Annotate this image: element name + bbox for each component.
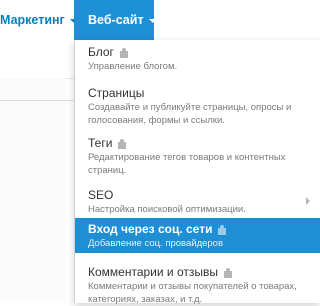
menu-item-description: Комментарии и отзывы покупателей о товар… xyxy=(88,281,297,305)
puzzle-icon xyxy=(118,138,128,149)
menu-item-description: Управление блогом. xyxy=(88,61,178,72)
nav-website[interactable]: Веб-сайт xyxy=(74,0,157,40)
puzzle-icon xyxy=(218,224,228,235)
menu-item-title: Вход через соц. сети xyxy=(88,222,213,236)
menu-item-title: Теги xyxy=(88,136,113,150)
menu-item-tags[interactable]: Теги Редактирование тегов товаров и конт… xyxy=(75,130,320,180)
menu-item-title: SEO xyxy=(88,188,114,202)
content-sidebar xyxy=(0,78,66,303)
menu-item-blog[interactable]: Блог Управление блогом. xyxy=(75,40,320,78)
chevron-down-icon xyxy=(148,18,157,23)
menu-item-description: Добавление соц. провайдеров xyxy=(88,238,224,249)
chevron-right-icon xyxy=(306,197,310,205)
nav-website-label: Веб-сайт xyxy=(88,13,144,27)
menu-item-seo[interactable]: SEO Настройка поисковой оптимизации. xyxy=(75,180,320,218)
puzzle-icon xyxy=(119,47,130,58)
menu-item-description: Настройка поисковой оптимизации. xyxy=(88,204,246,215)
menu-item-social-login[interactable]: Вход через соц. сети Добавление соц. про… xyxy=(75,218,320,253)
menu-item-title: Комментарии и отзывы xyxy=(88,265,218,279)
nav-marketing[interactable]: Маркетинг xyxy=(0,0,84,40)
nav-marketing-label: Маркетинг xyxy=(0,13,65,27)
menu-item-title: Страницы xyxy=(88,86,145,100)
menu-item-pages[interactable]: Страницы Создавайте и публикуйте страниц… xyxy=(75,78,320,128)
top-navigation: Маркетинг Веб-сайт xyxy=(0,0,320,40)
menu-item-reviews[interactable]: Комментарии и отзывы Комментарии и отзыв… xyxy=(75,261,320,305)
menu-item-description: Редактирование тегов товаров и контентны… xyxy=(88,152,286,176)
menu-item-title: Блог xyxy=(88,45,114,59)
website-dropdown-menu: Блог Управление блогом. Страницы Создава… xyxy=(74,40,320,305)
menu-item-description: Создавайте и публикуйте страницы, опросы… xyxy=(88,102,292,126)
puzzle-icon xyxy=(223,267,234,278)
